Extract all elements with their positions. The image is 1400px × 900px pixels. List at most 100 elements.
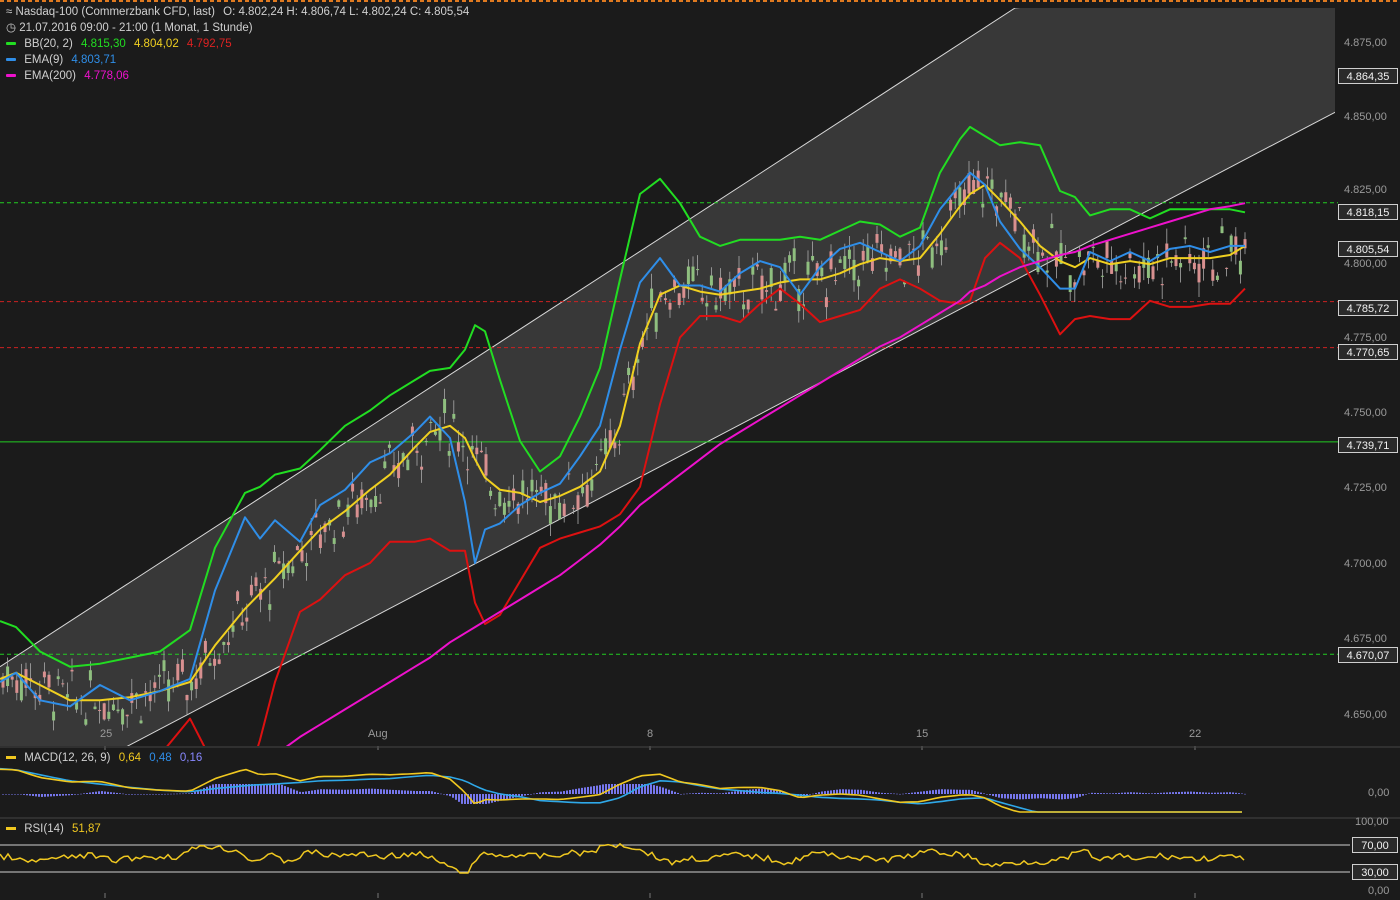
candle-body (1151, 266, 1155, 280)
macd-hist-bar (266, 784, 268, 794)
macd-hist-bar (446, 794, 448, 796)
macd-hist-bar (131, 794, 133, 795)
macd-hist-bar (317, 789, 319, 794)
candle-body (811, 255, 815, 261)
candle-body (1197, 263, 1201, 283)
candle-body (351, 483, 355, 492)
macd-hist-bar (554, 791, 556, 794)
macd-hist-bar (293, 789, 295, 794)
candle-body (806, 261, 810, 275)
candle-body (778, 284, 782, 301)
candle-body (272, 551, 276, 562)
macd-hist-bar (176, 793, 178, 795)
macd-hist-bar (380, 789, 382, 794)
candle-body (1137, 266, 1141, 283)
candle-body (1169, 261, 1173, 263)
candle-body (700, 297, 704, 301)
candle-body (820, 267, 824, 277)
candle-body (705, 303, 709, 307)
macd-hist-bar (401, 790, 403, 794)
price-tag-red-1: 4.785,72 (1338, 300, 1398, 316)
candle-body (1211, 269, 1215, 281)
macd-hist-bar (626, 784, 628, 794)
candle-body (1229, 235, 1233, 252)
macd-hist-bar (1232, 792, 1234, 794)
legend-bb[interactable]: BB(20, 2) 4.815,30 4.804,02 4.792,75 (6, 36, 232, 52)
macd-hist-bar (899, 793, 901, 795)
candle-body (364, 497, 368, 500)
price-tag-top: 4.864,35 (1338, 68, 1398, 84)
candle-body (162, 660, 166, 672)
legend-ema9[interactable]: EMA(9) 4.803,71 (6, 52, 116, 68)
macd-hist-bar (1157, 792, 1159, 794)
macd-hist-bar (659, 786, 661, 794)
legend-rsi[interactable]: RSI(14) 51,87 (6, 823, 101, 835)
macd-hist-bar (302, 791, 304, 794)
macd-hist-bar (974, 790, 976, 794)
macd-hist-bar (422, 791, 424, 794)
macd-hist-bar (1022, 794, 1024, 800)
candle-body (1027, 246, 1031, 251)
macd-hist-bar (311, 790, 313, 794)
macd-hist-bar (119, 793, 121, 794)
macd-hist-bar (917, 791, 919, 794)
candle-body (484, 454, 488, 476)
macd-hist-bar (1118, 792, 1120, 794)
macd-hist-bar (1154, 793, 1156, 794)
macd-hist-bar (437, 792, 439, 794)
candle-body (52, 711, 56, 721)
macd-hist-bar (1151, 793, 1153, 794)
macd-hist-bar (440, 793, 442, 795)
macd-hist-bar (89, 792, 91, 794)
candle-body (194, 678, 198, 690)
candle-body (1133, 274, 1137, 279)
candle-body (916, 265, 920, 276)
macd-hist-bar (398, 790, 400, 794)
macd-hist-bar (188, 793, 190, 794)
macd-hist-bar (356, 789, 358, 794)
candle-body (663, 298, 667, 301)
candle-body (42, 671, 46, 678)
candle-body (590, 479, 594, 491)
candle-body (383, 461, 387, 469)
macd-hist-bar (947, 789, 949, 794)
candle-body (429, 421, 433, 423)
macd-hist-bar (1058, 794, 1060, 800)
macd-hist-bar (482, 794, 484, 804)
macd-hist-bar (884, 793, 886, 794)
macd-swatch-icon (6, 756, 16, 760)
candle-body (378, 502, 382, 504)
macd-hist-bar (875, 792, 877, 794)
macd-hist-bar (530, 794, 532, 795)
candle-body (433, 431, 437, 435)
macd-hist-bar (329, 789, 331, 794)
macd-hist-bar (53, 794, 55, 797)
price-tick: 4.850,00 (1344, 111, 1387, 123)
macd-hist-bar (383, 789, 385, 794)
macd-hist-bar (1052, 794, 1054, 799)
macd-hist-bar (230, 784, 232, 794)
macd-hist-bar (1085, 794, 1087, 795)
macd-hist-bar (11, 794, 13, 795)
candle-body (19, 678, 23, 701)
macd-hist-bar (344, 789, 346, 794)
macd-hist-bar (287, 787, 289, 794)
legend-ema200[interactable]: EMA(200) 4.778,06 (6, 68, 129, 84)
macd-hist-bar (1070, 794, 1072, 799)
candle-body (167, 679, 171, 702)
macd-hist-bar (881, 792, 883, 794)
macd-hist-bar (305, 791, 307, 794)
candle-body (691, 266, 695, 282)
macd-hist-bar (1064, 794, 1066, 800)
macd-hist-bar (443, 794, 445, 795)
chart-canvas[interactable] (0, 0, 1400, 900)
rsi-axis-100: 100,00 (1355, 816, 1389, 828)
candle-body (222, 641, 226, 645)
legend-macd[interactable]: MACD(12, 26, 9) 0,64 0,48 0,16 (6, 752, 202, 764)
macd-hist-bar (857, 789, 859, 794)
candle-body (1183, 237, 1187, 240)
candle-body (774, 308, 778, 311)
macd-hist-bar (185, 793, 187, 794)
macd-hist-bar (1181, 791, 1183, 794)
macd-hist-bar (92, 792, 94, 794)
